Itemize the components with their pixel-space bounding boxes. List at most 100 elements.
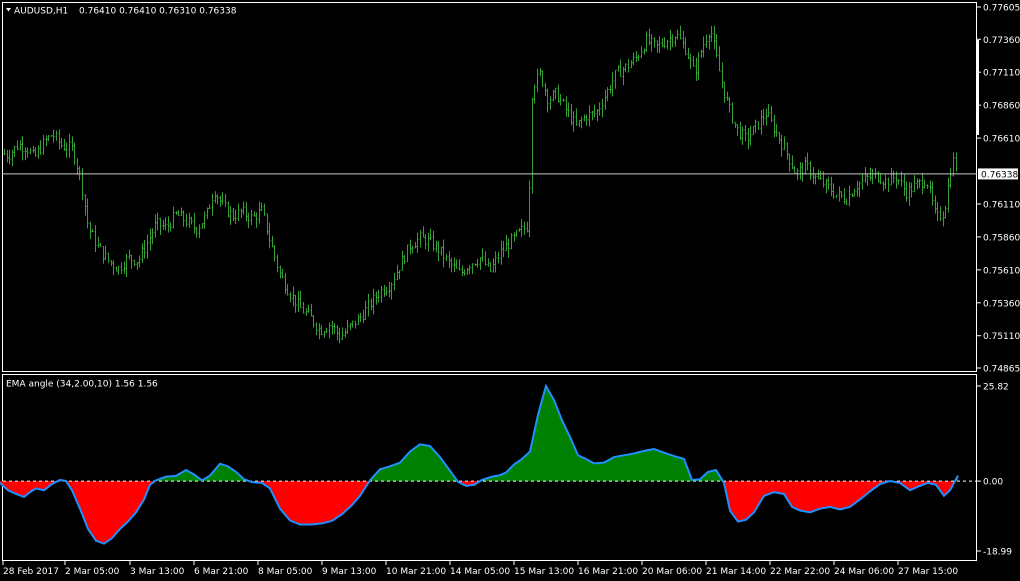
- price-bar: [60, 137, 63, 149]
- price-bar: [661, 38, 664, 48]
- price-bar: [890, 167, 893, 186]
- price-bar: [375, 291, 378, 305]
- price-bar: [427, 232, 430, 252]
- price-bar: [97, 236, 100, 248]
- price-bar: [432, 230, 435, 252]
- price-bar: [411, 245, 414, 254]
- price-bar: [364, 300, 367, 321]
- price-bar: [671, 34, 674, 48]
- price-bar: [73, 142, 76, 166]
- price-tick-label: 0.77605: [983, 4, 1020, 14]
- price-bar: [666, 39, 669, 50]
- price-tick-label: 0.77360: [983, 36, 1020, 46]
- price-bar: [689, 53, 692, 69]
- price-tick-label: 0.77110: [983, 69, 1020, 79]
- price-bar: [455, 259, 458, 269]
- chart-menu-triangle-icon[interactable]: [6, 8, 11, 12]
- price-bar: [757, 121, 760, 130]
- price-bar: [214, 191, 217, 204]
- price-bar: [130, 254, 133, 269]
- time-tick-label: 22 Mar 22:00: [770, 567, 830, 577]
- price-bar: [383, 285, 386, 297]
- price-bar: [929, 180, 932, 194]
- price-bar: [390, 282, 393, 300]
- price-bar: [827, 176, 830, 190]
- price-bar: [643, 48, 646, 55]
- price-bar: [731, 102, 734, 124]
- positive-area: [624, 453, 634, 482]
- price-bar: [203, 211, 206, 229]
- time-tick-label: 20 Mar 06:00: [642, 567, 702, 577]
- price-bar: [640, 46, 643, 59]
- negative-area: [840, 481, 850, 510]
- price-bar: [169, 222, 172, 232]
- price-bar: [663, 37, 666, 49]
- price-bar: [468, 265, 471, 275]
- price-bar: [492, 258, 495, 273]
- price-bar: [450, 257, 453, 273]
- price-bar: [440, 246, 443, 256]
- price-bar: [416, 232, 419, 253]
- price-bar: [125, 253, 128, 278]
- price-bar: [801, 162, 804, 182]
- price-bar: [78, 166, 81, 181]
- price-bar: [910, 182, 913, 198]
- price-bar: [715, 33, 718, 58]
- price-bar: [830, 176, 833, 197]
- price-bar: [871, 168, 874, 185]
- price-bar: [799, 161, 802, 180]
- price-bar: [557, 84, 560, 103]
- price-bar: [884, 174, 887, 189]
- price-bar: [58, 129, 61, 150]
- price-bar: [448, 251, 451, 268]
- price-bar: [338, 327, 341, 344]
- price-bar: [331, 320, 334, 335]
- price-bar: [424, 234, 427, 250]
- price-bar: [926, 184, 929, 189]
- price-bar: [76, 158, 79, 175]
- price-bar: [461, 265, 464, 276]
- price-bar: [567, 102, 570, 118]
- price-bar: [237, 203, 240, 222]
- price-bar: [510, 232, 513, 250]
- price-bar: [843, 187, 846, 205]
- price-bar: [315, 322, 318, 336]
- price-bar: [630, 60, 633, 69]
- price-bar: [50, 135, 53, 137]
- price-bar: [266, 213, 269, 236]
- price-bar: [185, 213, 188, 228]
- negative-area: [104, 481, 112, 544]
- price-bar: [240, 208, 243, 218]
- price-bar: [208, 204, 211, 209]
- price-bar: [344, 328, 347, 338]
- price-bar: [744, 124, 747, 142]
- price-tick-label: 0.76610: [983, 135, 1020, 145]
- price-bar: [570, 104, 573, 126]
- price-bar: [853, 188, 856, 197]
- negative-area: [820, 481, 830, 509]
- price-bar: [159, 217, 162, 235]
- time-tick-label: 9 Mar 13:00: [322, 567, 377, 577]
- price-bar: [263, 203, 266, 217]
- price-bar: [481, 248, 484, 262]
- price-bar: [216, 194, 219, 205]
- price-bar: [466, 268, 469, 275]
- price-bar: [359, 312, 362, 323]
- positive-area: [594, 462, 604, 482]
- negative-area: [810, 481, 820, 513]
- price-bar: [617, 65, 620, 72]
- price-bar: [609, 84, 612, 94]
- price-bar: [388, 281, 391, 298]
- price-bar: [858, 181, 861, 198]
- price-bar: [162, 219, 165, 230]
- price-bar: [819, 171, 822, 180]
- price-bar: [887, 177, 890, 193]
- price-bar: [268, 222, 271, 249]
- price-bar: [367, 293, 370, 317]
- indicator-header: EMA angle (34,2.00,10) 1.56 1.56: [6, 380, 158, 390]
- price-bar: [26, 147, 29, 158]
- price-bar: [29, 147, 32, 155]
- price-bar: [42, 134, 45, 155]
- price-bars: [3, 25, 958, 344]
- time-tick-label: 3 Mar 13:00: [130, 567, 185, 577]
